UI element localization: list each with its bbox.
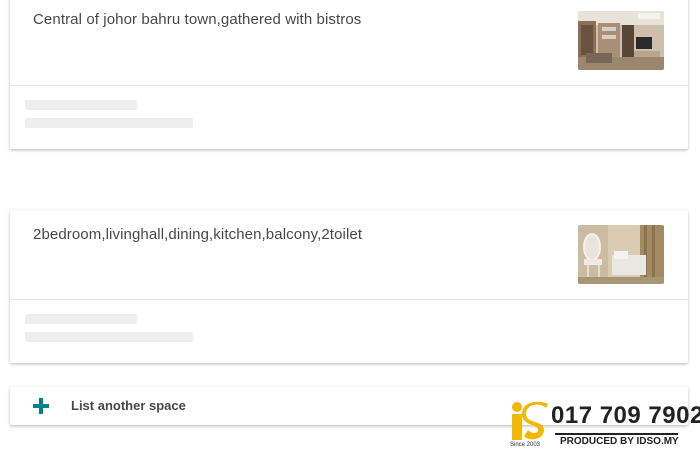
skeleton-line (25, 100, 137, 110)
listing-title[interactable]: 2bedroom,livinghall,dining,kitchen,balco… (33, 226, 362, 243)
listing-card[interactable]: Central of johor bahru town,gathered wit… (10, 0, 688, 149)
listing-loading-placeholder (10, 86, 688, 149)
skeleton-line (25, 118, 193, 128)
skeleton-line (25, 332, 193, 342)
list-another-space-label: List another space (71, 398, 186, 413)
divider (555, 433, 678, 435)
living-room-photo (578, 11, 664, 70)
phone-number: 017 709 7902 (551, 402, 700, 429)
skeleton-line (25, 314, 137, 324)
listing-thumbnail[interactable] (578, 11, 664, 70)
watermark: Since 2003 017 709 7902 PRODUCED BY IDSO… (508, 400, 700, 452)
listing-card[interactable]: 2bedroom,livinghall,dining,kitchen,balco… (10, 210, 688, 363)
idso-logo (512, 401, 548, 440)
listing-thumbnail[interactable] (578, 225, 664, 284)
plus-icon (33, 398, 49, 414)
bedroom-photo (578, 225, 664, 284)
since-label: Since 2003 (510, 442, 541, 448)
listing-card-header[interactable]: 2bedroom,livinghall,dining,kitchen,balco… (10, 210, 688, 300)
listing-card-header[interactable]: Central of johor bahru town,gathered wit… (10, 0, 688, 86)
listing-loading-placeholder (10, 300, 688, 363)
produced-by-label: PRODUCED BY IDSO.MY (560, 436, 679, 447)
listing-title[interactable]: Central of johor bahru town,gathered wit… (33, 11, 361, 28)
